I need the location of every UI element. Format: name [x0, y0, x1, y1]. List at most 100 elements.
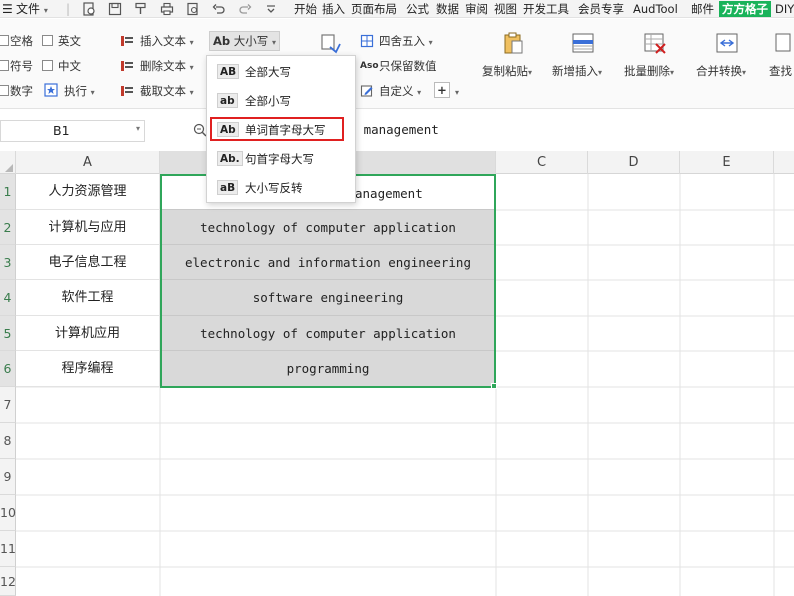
new-insert-button[interactable]: 新增插入▾: [552, 31, 602, 78]
row-header[interactable]: 8: [0, 423, 16, 459]
custom-edit-icon: [360, 84, 374, 98]
chevron-down-icon: ▾: [417, 88, 422, 97]
menu-divider: |: [66, 2, 71, 16]
tab-data[interactable]: 数据: [436, 0, 459, 18]
extract-text-icon: [120, 84, 134, 98]
delete-text-button[interactable]: 删除文本 ▾: [140, 57, 194, 75]
tab-member[interactable]: 会员专享: [578, 0, 624, 18]
menu-item-all-uppercase[interactable]: AB 全部大写: [207, 58, 355, 86]
chevron-down-icon: ▾: [670, 68, 675, 77]
convert-icon[interactable]: [320, 33, 342, 55]
tab-insert[interactable]: 插入: [322, 0, 345, 18]
fill-handle[interactable]: [491, 383, 497, 389]
export-pdf-icon[interactable]: [82, 2, 96, 16]
row-header[interactable]: 4: [0, 280, 16, 316]
chevron-down-icon: ▾: [528, 68, 533, 77]
row-header[interactable]: 9: [0, 459, 16, 495]
menu-item-capitalize-words[interactable]: Ab 单词首字母大写: [207, 116, 355, 144]
save-icon[interactable]: [108, 2, 122, 16]
customize-toolbar-icon[interactable]: [264, 2, 278, 16]
case-button[interactable]: Ab 大小写 ▾: [209, 31, 280, 51]
menu-item-toggle-case[interactable]: aB 大小写反转: [207, 174, 355, 202]
menu-item-label: 全部小写: [245, 94, 291, 108]
tab-page-layout[interactable]: 页面布局: [351, 0, 397, 18]
tab-developer[interactable]: 开发工具: [523, 0, 569, 18]
column-header-a[interactable]: A: [16, 151, 160, 174]
symbol-checkbox[interactable]: [0, 60, 9, 71]
tab-home[interactable]: 开始: [294, 0, 317, 18]
tab-formula[interactable]: 公式: [406, 0, 429, 18]
menu-item-label: 单词首字母大写: [245, 123, 326, 137]
tab-diy[interactable]: DIY: [775, 0, 794, 18]
menu-item-label: 大小写反转: [245, 181, 303, 195]
tab-review[interactable]: 审阅: [465, 0, 488, 18]
number-checkbox[interactable]: [0, 85, 9, 96]
number-checkbox-label: 数字: [10, 84, 33, 98]
row-header[interactable]: 10: [0, 495, 16, 531]
file-menu[interactable]: 文件 ▾: [16, 0, 48, 18]
print-icon[interactable]: [160, 2, 174, 16]
find-icon: [774, 31, 794, 55]
space-checkbox[interactable]: [0, 35, 9, 46]
tab-audtool[interactable]: AudTool: [633, 0, 678, 18]
menu-item-sentence-case[interactable]: Ab. 句首字母大写: [207, 145, 355, 173]
add-icon[interactable]: +: [434, 82, 450, 98]
column-header-c[interactable]: C: [496, 151, 588, 174]
insert-text-icon: [120, 34, 134, 48]
round-button[interactable]: 四舍五入 ▾: [379, 32, 433, 50]
row-header[interactable]: 6: [0, 351, 16, 387]
menu-item-all-lowercase[interactable]: ab 全部小写: [207, 87, 355, 115]
column-header-d[interactable]: D: [588, 151, 680, 174]
extract-text-button[interactable]: 截取文本 ▾: [140, 82, 194, 100]
formula-bar: B1 ▾ ce management: [0, 117, 794, 143]
tab-mail[interactable]: 邮件: [691, 0, 714, 18]
insert-text-button[interactable]: 插入文本 ▾: [140, 32, 194, 50]
space-checkbox-label: 空格: [10, 34, 33, 48]
chevron-down-icon: ▾: [428, 38, 433, 47]
add-options-chevron-icon[interactable]: ▾: [455, 82, 459, 100]
copy-paste-button[interactable]: 复制粘贴▾: [482, 31, 532, 78]
select-all-corner[interactable]: [0, 151, 16, 174]
column-header-f[interactable]: [774, 151, 794, 174]
symbol-checkbox-label: 符号: [10, 59, 33, 73]
row-header[interactable]: 3: [0, 245, 16, 280]
zoom-icon[interactable]: [193, 123, 207, 137]
toggle-case-icon: aB: [217, 180, 239, 195]
row-header[interactable]: 12: [0, 567, 16, 596]
grid-lines: [16, 174, 794, 596]
row-header[interactable]: 5: [0, 316, 16, 351]
tab-fangfang-gezi[interactable]: 方方格子: [719, 1, 771, 17]
lowercase-icon: ab: [217, 93, 238, 108]
round-icon: [360, 34, 374, 48]
merge-convert-button[interactable]: 合并转换▾: [696, 31, 746, 78]
find-button[interactable]: 查找: [769, 31, 794, 78]
keep-value-button[interactable]: 只保留数值: [379, 57, 437, 75]
undo-icon[interactable]: [212, 2, 226, 16]
column-header-e[interactable]: E: [680, 151, 774, 174]
hamburger-menu-icon[interactable]: ☰: [2, 0, 13, 18]
row-header[interactable]: 2: [0, 210, 16, 245]
redo-icon[interactable]: [238, 2, 252, 16]
case-icon: Ab: [213, 34, 231, 48]
merge-cells-icon: [714, 31, 740, 55]
row-header[interactable]: 11: [0, 531, 16, 567]
cell-reference: B1: [53, 123, 70, 138]
tab-view[interactable]: 视图: [494, 0, 517, 18]
format-painter-icon[interactable]: [134, 2, 148, 16]
chevron-down-icon: ▾: [135, 124, 140, 133]
row-header[interactable]: 1: [0, 174, 16, 210]
custom-button[interactable]: 自定义 ▾: [379, 82, 421, 100]
chinese-checkbox[interactable]: [42, 60, 53, 71]
chevron-down-icon: ▾: [271, 38, 276, 47]
execute-button[interactable]: 执行 ▾: [64, 82, 95, 100]
capitalize-icon: Ab: [217, 122, 239, 137]
chevron-down-icon: ▾: [43, 6, 48, 15]
ribbon: 空格 英文 符号 中文 数字 执行 ▾ 插入文本 ▾ 删除文本 ▾ 截取文本 ▾…: [0, 19, 794, 109]
name-box[interactable]: B1 ▾: [0, 120, 145, 142]
row-header[interactable]: 7: [0, 387, 16, 423]
print-preview-icon[interactable]: [186, 2, 200, 16]
batch-delete-button[interactable]: 批量删除▾: [624, 31, 674, 78]
uppercase-icon: AB: [217, 64, 240, 79]
keep-value-icon: Aso: [360, 61, 379, 71]
english-checkbox[interactable]: [42, 35, 53, 46]
